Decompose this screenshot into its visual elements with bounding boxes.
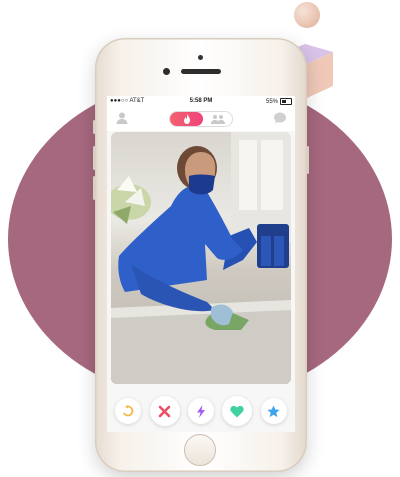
nope-button[interactable] — [149, 396, 180, 426]
close-icon — [158, 405, 171, 417]
volume-up-button — [93, 146, 96, 170]
toggle-social[interactable] — [208, 113, 228, 125]
battery-icon — [280, 98, 292, 105]
status-right: 55% — [266, 98, 292, 105]
heart-icon — [230, 405, 244, 417]
super-like-button[interactable] — [260, 398, 287, 424]
star-icon — [267, 405, 280, 417]
decorative-sphere — [294, 2, 320, 28]
profile-card[interactable] — [111, 132, 291, 384]
action-bar — [107, 396, 295, 426]
discovery-toggle[interactable] — [169, 111, 233, 127]
proximity-sensor — [198, 55, 203, 60]
mute-switch — [93, 120, 96, 134]
home-button[interactable] — [184, 434, 216, 466]
app-header — [107, 107, 295, 131]
chat-icon[interactable] — [273, 111, 287, 125]
phone-mockup: ●●●○○ AT&T 5:58 PM 55% — [93, 38, 309, 472]
group-icon — [211, 115, 225, 124]
lightning-icon — [196, 404, 205, 418]
phone-screen: ●●●○○ AT&T 5:58 PM 55% — [107, 96, 295, 432]
power-button — [306, 146, 309, 174]
rewind-button[interactable] — [115, 398, 142, 424]
flame-icon — [183, 114, 190, 124]
rewind-icon — [123, 405, 134, 417]
status-bar: ●●●○○ AT&T 5:58 PM 55% — [107, 96, 295, 107]
card-photo — [111, 132, 291, 384]
volume-down-button — [93, 176, 96, 200]
like-button[interactable] — [222, 396, 253, 426]
battery-percent: 55% — [265, 98, 278, 105]
front-camera — [163, 68, 170, 75]
toggle-discover[interactable] — [170, 112, 203, 126]
boost-button[interactable] — [187, 398, 214, 424]
profile-icon[interactable] — [115, 111, 129, 125]
earpiece-speaker — [181, 69, 221, 74]
